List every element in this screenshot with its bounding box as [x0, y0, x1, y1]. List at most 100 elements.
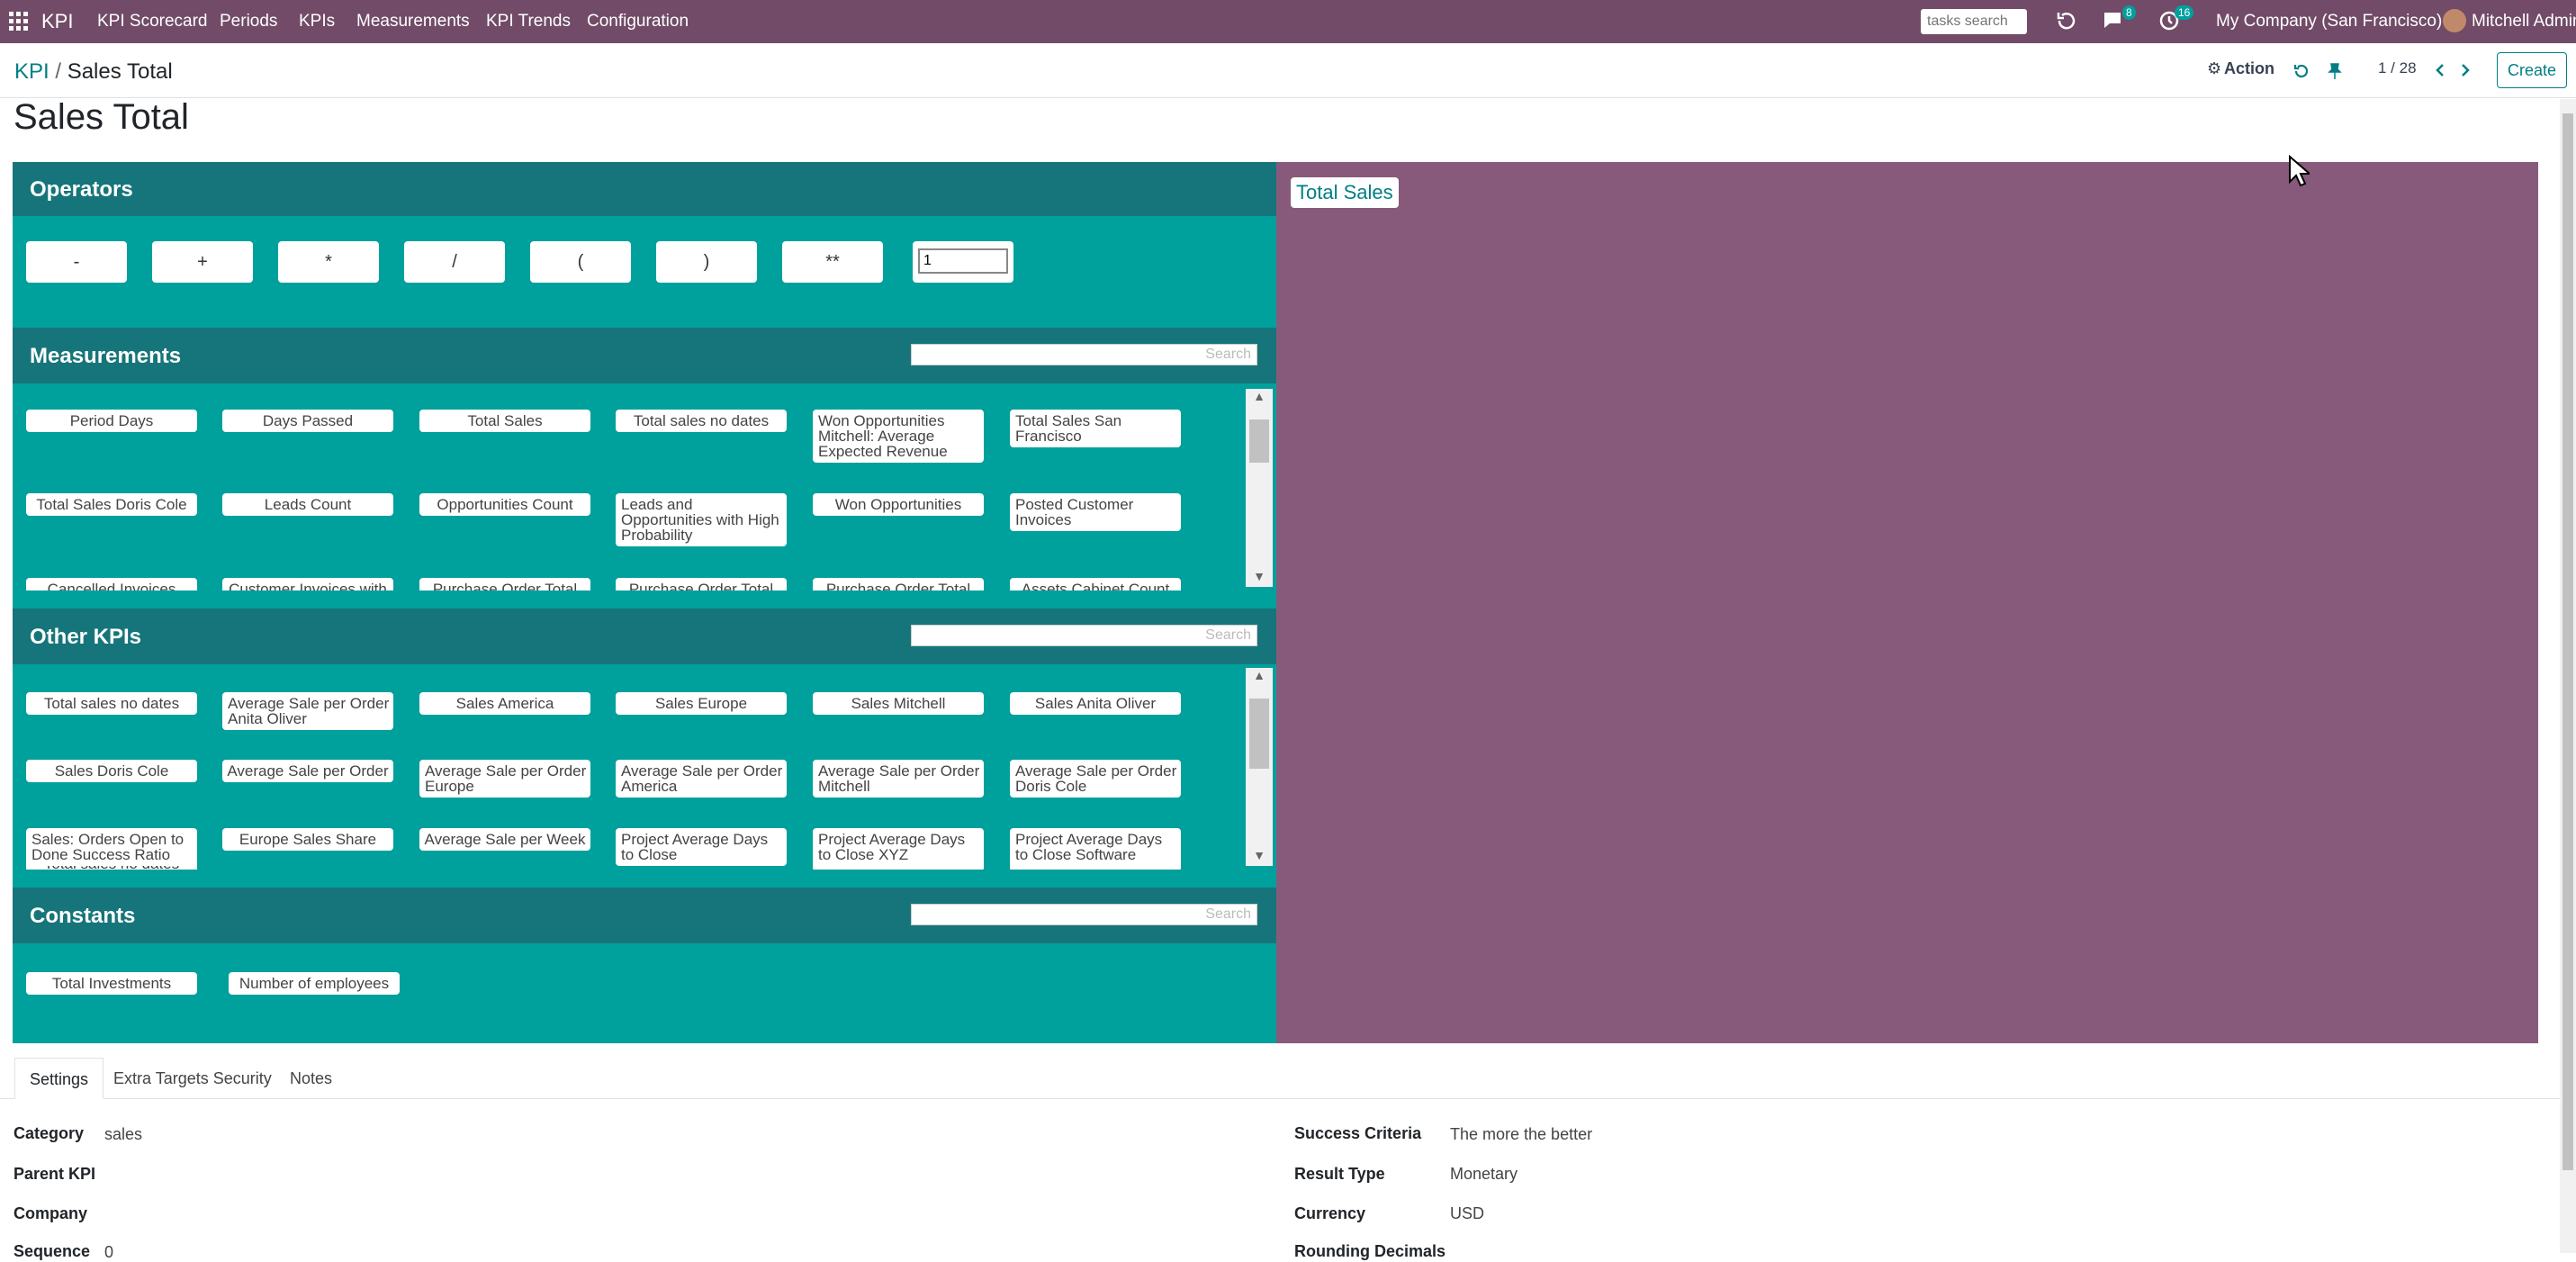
scroll-thumb[interactable]	[1249, 419, 1269, 463]
kpi-chip[interactable]: Sales Mitchell	[813, 692, 984, 715]
number-operand-input[interactable]	[918, 248, 1008, 274]
other-kpis-scrollbar[interactable]: ▲ ▼	[1246, 668, 1273, 866]
kpi-chip[interactable]: Average Sale per Order America	[616, 760, 787, 798]
constants-title: Constants	[30, 904, 136, 928]
tab-extra-targets-security[interactable]: Extra Targets Security	[99, 1058, 286, 1099]
measurement-chip[interactable]: Leads and Opportunities with High Probab…	[616, 493, 787, 546]
avatar[interactable]	[2443, 9, 2466, 32]
scroll-down-icon[interactable]: ▼	[1246, 848, 1273, 866]
measurement-chip[interactable]: Assets Cabinet Count	[1010, 578, 1181, 590]
other-kpis-title: Other KPIs	[30, 625, 142, 649]
scroll-up-icon[interactable]: ▲	[1246, 389, 1273, 407]
breadcrumb-current: Sales Total	[67, 59, 173, 84]
measurement-chip[interactable]: Purchase Order Total	[419, 578, 590, 590]
scroll-thumb[interactable]	[1249, 699, 1269, 769]
kpi-chip[interactable]: Sales: Orders Open to Done Success Ratio	[26, 828, 197, 866]
create-button[interactable]: Create	[2497, 52, 2567, 88]
measurement-chip[interactable]: Won Opportunities	[813, 493, 984, 516]
measurement-chip[interactable]: Purchase Order Total	[813, 578, 984, 590]
messages-badge: 8	[2122, 5, 2136, 20]
kpi-chip[interactable]: Europe Sales Share	[222, 828, 393, 851]
measurement-chip[interactable]: Total Sales	[419, 410, 590, 432]
pager-value[interactable]: 1 / 28	[2378, 59, 2417, 77]
refresh-icon[interactable]	[2056, 10, 2077, 32]
kpi-chip[interactable]: Total sales no dates	[26, 692, 197, 715]
number-operand	[913, 241, 1013, 283]
operator-power-button[interactable]: **	[782, 241, 883, 283]
kpi-chip[interactable]: Average Sale per Week	[419, 828, 590, 851]
kpi-chip[interactable]: Average Sale per Order Mitchell	[813, 760, 984, 798]
constant-chip[interactable]: Total Investments	[26, 972, 197, 995]
operator-open-paren-button[interactable]: (	[530, 241, 631, 283]
company-switcher[interactable]: My Company (San Francisco)	[2216, 12, 2442, 32]
action-menu-button[interactable]: Action	[2224, 59, 2274, 78]
breadcrumb-separator: /	[55, 59, 62, 84]
operator-divide-button[interactable]: /	[404, 241, 505, 283]
chevron-left-icon[interactable]	[2434, 63, 2446, 77]
menu-kpis[interactable]: KPIs	[299, 12, 335, 32]
operator-multiply-button[interactable]: *	[278, 241, 379, 283]
kpi-chip[interactable]: Average Sale per Order Doris Cole	[1010, 760, 1181, 798]
kpi-chip[interactable]: Average Sale per Order Europe	[419, 760, 590, 798]
discard-icon[interactable]	[2293, 63, 2310, 79]
operator-close-paren-button[interactable]: )	[656, 241, 757, 283]
measurement-chip[interactable]: Posted Customer Invoices	[1010, 493, 1181, 531]
kpi-chip[interactable]: Sales Doris Cole	[26, 760, 197, 782]
measurement-chip[interactable]: Total sales no dates	[616, 410, 787, 432]
measurement-chip[interactable]: Leads Count	[222, 493, 393, 516]
breadcrumb-kpi-link[interactable]: KPI	[14, 59, 50, 84]
measurement-chip[interactable]: Total Sales Doris Cole	[26, 493, 197, 516]
constants-search-input[interactable]: Search	[911, 904, 1257, 925]
tab-notes[interactable]: Notes	[275, 1058, 347, 1099]
menu-periods[interactable]: Periods	[220, 12, 277, 32]
measurement-chip[interactable]: Days Passed	[222, 410, 393, 432]
menu-measurements[interactable]: Measurements	[356, 12, 470, 32]
constant-chip[interactable]: Number of employees	[229, 972, 400, 995]
success-criteria-label: Success Criteria	[1294, 1124, 1422, 1142]
measurement-chip[interactable]: Customer Invoices with	[222, 578, 393, 590]
measurement-chip[interactable]: Period Days	[26, 410, 197, 432]
sequence-label: Sequence	[14, 1242, 91, 1260]
measurement-chip[interactable]: Total Sales San Francisco	[1010, 410, 1181, 447]
kpi-chip[interactable]: Average Sale per Order Anita Oliver	[222, 692, 393, 730]
formula-token[interactable]: Total Sales	[1291, 177, 1399, 208]
category-value[interactable]: sales	[104, 1125, 142, 1144]
measurement-chip[interactable]: Opportunities Count	[419, 493, 590, 516]
app-name[interactable]: KPI	[41, 10, 73, 33]
gear-icon: ⚙	[2207, 59, 2222, 77]
pin-icon[interactable]	[2328, 63, 2342, 79]
kpi-chip[interactable]: Sales America	[419, 692, 590, 715]
tab-settings[interactable]: Settings	[14, 1058, 104, 1099]
rounding-decimals-label: Rounding Decimals	[1294, 1242, 1446, 1260]
menu-configuration[interactable]: Configuration	[587, 12, 689, 32]
measurements-search-input[interactable]: Search	[911, 344, 1257, 365]
success-criteria-value[interactable]: The more the better	[1450, 1125, 1592, 1144]
user-menu[interactable]: Mitchell Admin	[2472, 12, 2576, 32]
operator-plus-button[interactable]: +	[152, 241, 253, 283]
measurement-chip[interactable]: Purchase Order Total	[616, 578, 787, 590]
result-type-value[interactable]: Monetary	[1450, 1165, 1518, 1184]
apps-grid-icon[interactable]	[9, 12, 29, 32]
menu-kpi-scorecard[interactable]: KPI Scorecard	[97, 12, 208, 32]
kpi-chip[interactable]: Project Average Days to Close Software	[1010, 828, 1181, 870]
page-title: Sales Total	[14, 97, 189, 137]
page-scrollbar[interactable]	[2560, 99, 2576, 1253]
kpi-chip[interactable]: Sales Anita Oliver	[1010, 692, 1181, 715]
operator-minus-button[interactable]: -	[26, 241, 127, 283]
kpi-chip[interactable]: Average Sale per Order	[222, 760, 393, 782]
scroll-down-icon[interactable]: ▼	[1246, 569, 1273, 587]
kpi-chip[interactable]: Project Average Days to Close	[616, 828, 787, 866]
measurement-chip[interactable]: Won Opportunities Mitchell: Average Expe…	[813, 410, 984, 463]
scroll-up-icon[interactable]: ▲	[1246, 668, 1273, 686]
tasks-search-input[interactable]	[1921, 9, 2027, 34]
currency-value[interactable]: USD	[1450, 1204, 1484, 1223]
measurements-scrollbar[interactable]: ▲ ▼	[1246, 389, 1273, 587]
kpi-chip[interactable]: Sales Europe	[616, 692, 787, 715]
chevron-right-icon[interactable]	[2459, 63, 2472, 77]
menu-kpi-trends[interactable]: KPI Trends	[486, 12, 571, 32]
kpi-chip[interactable]: Project Average Days to Close XYZ	[813, 828, 984, 870]
result-type-label: Result Type	[1294, 1165, 1385, 1183]
other-kpis-search-input[interactable]: Search	[911, 625, 1257, 646]
page-scroll-thumb[interactable]	[2562, 113, 2573, 1170]
measurement-chip[interactable]: Cancelled Invoices	[26, 578, 197, 590]
